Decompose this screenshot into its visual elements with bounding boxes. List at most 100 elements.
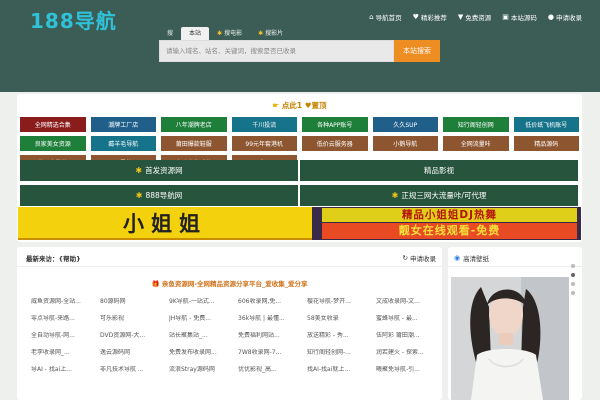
search-input[interactable]: 请输入域名、站名、关键词，搜索是否已收录 (159, 40, 394, 62)
top-nav: ⌂ 导航首页 ♥ 精彩推荐 ▼ 免费资源 ▣ 本站源码 ● 申请收录 (369, 12, 582, 22)
list-item[interactable]: 樱花导航-梦开... (307, 298, 372, 306)
search-tab-1[interactable]: 本站 (181, 27, 210, 40)
search-tab-0[interactable]: 搜 (159, 27, 181, 40)
list-item[interactable]: 放送精彩 - 秀... (307, 332, 372, 340)
list-item[interactable]: 9K导航-一站式... (169, 298, 234, 306)
grid-link[interactable]: 久久SUP (372, 117, 438, 132)
site-list: 威鱼资源网-全站... 80源码网 9K导航-一站式... 606收录网,免... 樱花… (31, 298, 441, 374)
list-item[interactable]: DVD资源网-大... (100, 332, 165, 340)
star-icon: ✱ (217, 30, 223, 37)
ad-banner[interactable]: 小姐姐 精品小姐姐DJ热舞 靓女在线观看-免费 (18, 207, 581, 240)
list-item[interactable]: 找AI-找ai就上... (307, 366, 372, 374)
cart-icon: ▼ (457, 13, 464, 21)
carousel-dot[interactable] (571, 291, 575, 295)
star-icon: ✱ (391, 191, 399, 200)
list-item[interactable]: 蜜蜂导航 - 最... (376, 315, 441, 323)
nav-item-1[interactable]: ♥ 精彩推荐 (413, 12, 447, 22)
list-item[interactable]: 全自动导航-网... (31, 332, 96, 340)
grid-link[interactable]: 知行阁轻创网 (443, 117, 509, 132)
banner-left: 小姐姐 (18, 207, 312, 240)
list-item[interactable]: 606收录网,免... (238, 298, 303, 306)
list-item[interactable]: 优优影视_高... (238, 366, 303, 374)
big-link-1[interactable]: ✱ 首发资源网 (20, 160, 298, 181)
list-item[interactable]: 80源码网 (100, 298, 165, 306)
big-link-2[interactable]: 精品影视 (300, 160, 578, 181)
list-item[interactable]: 7W8收录网-7... (238, 349, 303, 357)
nav-item-4[interactable]: ● 申请收录 (548, 12, 582, 22)
list-item[interactable]: 站长聚集站_... (169, 332, 234, 340)
big-link-3[interactable]: ✱ 888导航网 (20, 185, 298, 206)
carousel-dot[interactable] (571, 282, 575, 286)
grid-link[interactable]: 千川投流 (231, 117, 297, 132)
star-icon: ✱ (135, 191, 143, 200)
search-button[interactable]: 本站搜索 (394, 40, 440, 62)
list-item[interactable]: 知行阁轻创网-... (307, 349, 372, 357)
wallpaper-title-label: 高清壁纸 (463, 255, 490, 263)
search-tab-3[interactable]: ✱ 搜影片 (250, 27, 291, 40)
grid-link[interactable]: 各种APP账号 (302, 117, 368, 132)
gift-icon: 🎁 (151, 280, 160, 288)
list-item[interactable]: 伍阿彩 莆田潮... (376, 332, 441, 340)
list-item[interactable]: 免费发布收录网... (169, 349, 234, 357)
header-bar: 188导航 ⌂ 导航首页 ♥ 精彩推荐 ▼ 免费资源 ▣ 本站源码 ● 申请收录 搜本站 ✱ 搜电影 ✱… (0, 0, 600, 92)
nav-item-0[interactable]: ⌂ 导航首页 (369, 12, 401, 22)
list-item[interactable]: 58美女收录 (307, 315, 372, 323)
search-tab-2[interactable]: ✱ 搜电影 (209, 27, 250, 40)
carousel-dot[interactable] (571, 273, 575, 277)
nav-item-label: 精彩推荐 (420, 14, 447, 22)
recent-panel: 最新来访：{帮助} ↻ 申请收录 🎁 亲鱼资源网-全网精品资源分享平台_爱收集_… (17, 247, 442, 400)
carousel-dots (571, 264, 575, 295)
grid-link[interactable]: 精品源码 (513, 136, 579, 151)
recent-header: 最新来访：{帮助} ↻ 申请收录 (17, 247, 442, 267)
promo-label: 点此1 ♥置顶 (281, 101, 327, 110)
grid-link[interactable]: 薅羊毛导航 (90, 136, 156, 151)
list-item[interactable]: 逸云源码网 (100, 349, 165, 357)
grid-link[interactable]: 全网精选合集 (20, 117, 86, 132)
big-link-label: 精品影视 (424, 166, 454, 175)
search-tab-label: 搜 (167, 30, 174, 37)
recent-title: 最新来访：{帮助} (26, 255, 81, 263)
list-item[interactable]: 曦聚免导航-引... (376, 366, 441, 374)
wallpaper-image[interactable] (451, 277, 569, 400)
site-logo[interactable]: 188导航 (30, 5, 117, 34)
grid-link[interactable]: 全网流量咔 (443, 136, 509, 151)
banner-line-1: 精品小姐姐DJ热舞 (322, 208, 577, 222)
list-item[interactable]: 老李收录网_... (31, 349, 96, 357)
list-item[interactable]: JH导航 - 免费... (169, 315, 234, 323)
banner-right: 精品小姐姐DJ热舞 靓女在线观看-免费 (312, 207, 581, 240)
featured-link[interactable]: 🎁 亲鱼资源网-全网精品资源分享平台_爱收集_爱分享 (17, 278, 442, 288)
nav-item-2[interactable]: ▼ 免费资源 (458, 12, 491, 22)
list-item[interactable]: 导AI - 找ai上... (31, 366, 96, 374)
home-icon: ⌂ (369, 13, 374, 21)
big-link-4[interactable]: ✱ 正规三网大流量咔/可代理 (300, 185, 578, 206)
list-item[interactable]: 流浪Stray源码网 (169, 366, 234, 374)
refresh-icon: ↻ (402, 254, 408, 262)
grid-link[interactable]: 低价云服务器 (302, 136, 368, 151)
nav-item-label: 本站源码 (510, 14, 537, 22)
user-icon: ● (547, 13, 554, 21)
list-item[interactable]: 零点导航-来路... (31, 315, 96, 323)
carousel-dot[interactable] (571, 264, 575, 268)
apply-link[interactable]: ↻ 申请收录 (403, 253, 436, 263)
list-item[interactable]: 可乐影视 (100, 315, 165, 323)
grid-link[interactable]: 99元年套港机 (231, 136, 297, 151)
grid-link[interactable]: 小鹅导航 (372, 136, 438, 151)
grid-link[interactable]: 莆田爆款鞋服 (161, 136, 227, 151)
list-item[interactable]: 免费福利网站... (238, 332, 303, 340)
grid-link[interactable]: 潮牌工厂店 (90, 117, 156, 132)
promo-link[interactable]: ☛ 点此1 ♥置顶 (17, 100, 582, 111)
list-item[interactable]: 36k导航 | 最懂... (238, 315, 303, 323)
apply-label: 申请收录 (410, 255, 436, 263)
list-item[interactable]: 润若建火 - 探索... (376, 349, 441, 357)
search-tabs: 搜本站 ✱ 搜电影 ✱ 搜影片 (159, 27, 291, 40)
wallpaper-panel: ◉ 高清壁纸 (448, 247, 582, 400)
list-item[interactable]: 威鱼资源网-全站... (31, 298, 96, 306)
nav-item-3[interactable]: ▣ 本站源码 (502, 12, 537, 22)
grid-link[interactable]: 低价纸飞机账号 (513, 117, 579, 132)
list-item[interactable]: 非凡技术导航 ... (100, 366, 165, 374)
grid-link[interactable]: 八年潮牌老店 (161, 117, 227, 132)
grid-link[interactable]: 良家美女资源 (20, 136, 86, 151)
wallpaper-title: ◉ 高清壁纸 (454, 253, 489, 263)
list-item[interactable]: 文成收录网-文... (376, 298, 441, 306)
search-tab-label: 搜电影 (224, 30, 243, 37)
